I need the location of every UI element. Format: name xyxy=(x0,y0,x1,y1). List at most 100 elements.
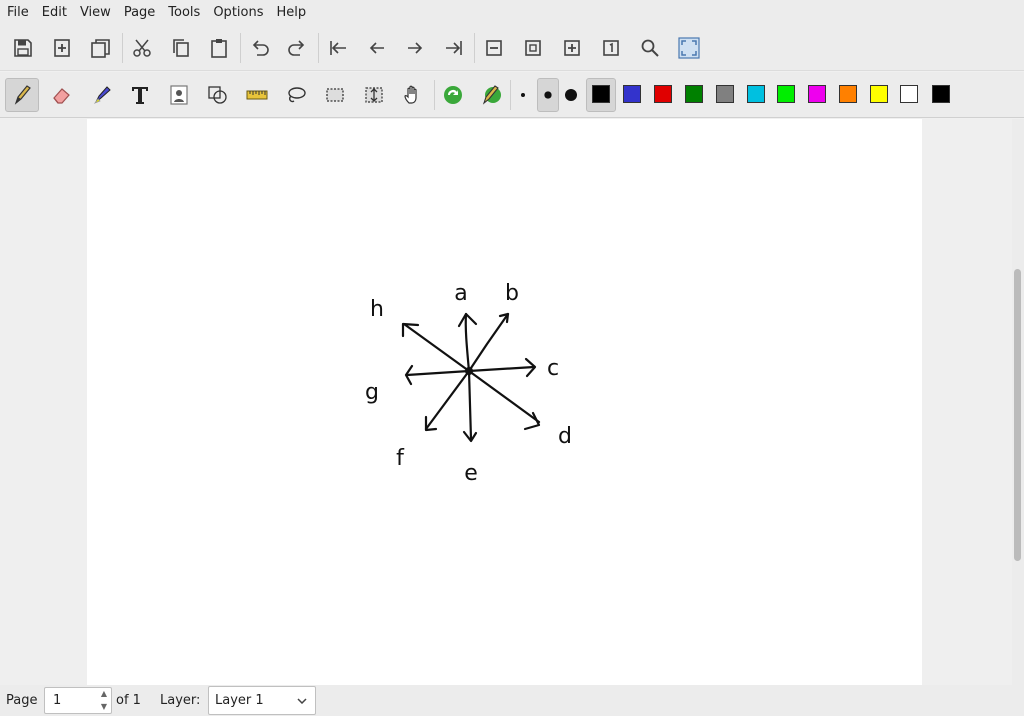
vertical-scrollbar[interactable] xyxy=(1012,119,1024,685)
cut-button[interactable] xyxy=(125,31,159,65)
default-tool-button[interactable] xyxy=(474,78,508,112)
menu-help[interactable]: Help xyxy=(270,0,313,25)
vertical-space-icon xyxy=(365,87,383,103)
scrollbar-thumb[interactable] xyxy=(1014,269,1021,561)
main-toolbar xyxy=(0,25,1024,71)
fullscreen-button[interactable] xyxy=(672,31,706,65)
color-swatch[interactable] xyxy=(932,85,950,103)
previous-page-button[interactable] xyxy=(360,31,394,65)
arrow-right-icon xyxy=(408,42,423,54)
shape-tool-button[interactable] xyxy=(201,78,235,112)
drawing-page[interactable]: a b c d e f g h xyxy=(87,119,922,685)
spin-up-icon[interactable]: ▲ xyxy=(101,689,107,698)
arrow-g xyxy=(405,369,471,377)
dot-medium-icon xyxy=(544,91,552,99)
undo-button[interactable] xyxy=(243,31,277,65)
rect-select-button[interactable] xyxy=(318,78,352,112)
zoom-in-icon xyxy=(564,40,580,56)
label-f: f xyxy=(396,446,405,471)
menu-edit[interactable]: Edit xyxy=(35,0,73,25)
color-swatch[interactable] xyxy=(839,85,857,103)
vertical-space-button[interactable] xyxy=(357,78,391,112)
color-swatch[interactable] xyxy=(747,85,765,103)
dot-large-icon xyxy=(565,89,577,101)
menu-file[interactable]: File xyxy=(0,0,35,25)
hand-tool-button[interactable] xyxy=(396,78,430,112)
page-number-input[interactable]: 1 ▲ ▼ xyxy=(44,687,112,714)
duplicate-page-button[interactable] xyxy=(84,31,118,65)
menu-tools[interactable]: Tools xyxy=(161,0,206,25)
hand-icon xyxy=(404,85,417,104)
center-point xyxy=(465,367,473,375)
zoom-100-button[interactable] xyxy=(594,31,628,65)
eraser-tool-button[interactable] xyxy=(44,78,78,112)
fullscreen-icon xyxy=(678,37,700,59)
label-h: h xyxy=(370,297,384,322)
arrow-d xyxy=(467,369,541,424)
lasso-select-button[interactable] xyxy=(279,78,313,112)
color-swatch[interactable] xyxy=(808,85,826,103)
shape-recognizer-button[interactable] xyxy=(436,78,470,112)
zoom-fit-button[interactable] xyxy=(516,31,550,65)
label-a: a xyxy=(454,281,467,306)
redo-button[interactable] xyxy=(280,31,314,65)
undo-icon xyxy=(252,40,269,56)
zoom-out-button[interactable] xyxy=(477,31,511,65)
pen-tool-button[interactable] xyxy=(5,78,39,112)
last-page-button[interactable] xyxy=(437,31,471,65)
paste-button[interactable] xyxy=(202,31,236,65)
layer-select-value: Layer 1 xyxy=(215,693,264,708)
label-c: c xyxy=(547,356,559,381)
zoom-in-button[interactable] xyxy=(555,31,589,65)
arrow-f xyxy=(424,369,471,431)
search-icon xyxy=(641,39,659,57)
tools-toolbar xyxy=(0,72,1024,118)
shapes-icon xyxy=(208,86,227,104)
text-tool-button[interactable] xyxy=(123,78,157,112)
highlighter-icon xyxy=(93,86,111,104)
next-page-button[interactable] xyxy=(398,31,432,65)
color-swatch[interactable] xyxy=(623,85,641,103)
menu-options[interactable]: Options xyxy=(206,0,269,25)
spin-down-icon[interactable]: ▼ xyxy=(101,702,107,711)
color-swatch[interactable] xyxy=(777,85,795,103)
chevron-down-icon xyxy=(297,698,307,704)
menu-page[interactable]: Page xyxy=(117,0,161,25)
save-button[interactable] xyxy=(6,31,40,65)
save-icon xyxy=(14,39,32,57)
color-swatch[interactable] xyxy=(654,85,672,103)
color-swatch[interactable] xyxy=(870,85,888,103)
image-tool-button[interactable] xyxy=(162,78,196,112)
drawing-canvas[interactable]: a b c d e f g h xyxy=(87,119,922,685)
thickness-thick-button[interactable] xyxy=(560,78,582,112)
highlighter-tool-button[interactable] xyxy=(85,78,119,112)
layer-select[interactable]: Layer 1 xyxy=(208,686,316,715)
arrow-left-icon xyxy=(369,42,384,54)
color-swatch[interactable] xyxy=(685,85,703,103)
search-button[interactable] xyxy=(633,31,667,65)
copy-button[interactable] xyxy=(164,31,198,65)
image-icon xyxy=(170,85,188,105)
page-label: Page xyxy=(6,693,38,708)
thickness-medium-button[interactable] xyxy=(537,78,559,112)
zoom-fit-icon xyxy=(525,40,541,56)
label-e: e xyxy=(464,461,478,486)
first-page-icon xyxy=(330,41,346,55)
new-page-button[interactable] xyxy=(45,31,79,65)
menu-view[interactable]: View xyxy=(73,0,117,25)
color-swatch[interactable] xyxy=(900,85,918,103)
copy-icon xyxy=(173,39,189,57)
thickness-fine-button[interactable] xyxy=(512,78,534,112)
clipboard-icon xyxy=(211,39,227,58)
first-page-button[interactable] xyxy=(321,31,355,65)
canvas-area[interactable]: a b c d e f g h xyxy=(0,119,1024,685)
status-bar: Page 1 ▲ ▼ of 1 Layer: Layer 1 xyxy=(0,685,1024,716)
color-swatch[interactable] xyxy=(716,85,734,103)
add-page-icon xyxy=(54,39,70,57)
arrow-h xyxy=(402,322,471,373)
color-swatch[interactable] xyxy=(592,85,610,103)
ruler-tool-button[interactable] xyxy=(240,78,274,112)
toolbar-separator xyxy=(474,33,475,63)
toolbar-separator xyxy=(318,33,319,63)
lasso-icon xyxy=(288,87,306,103)
